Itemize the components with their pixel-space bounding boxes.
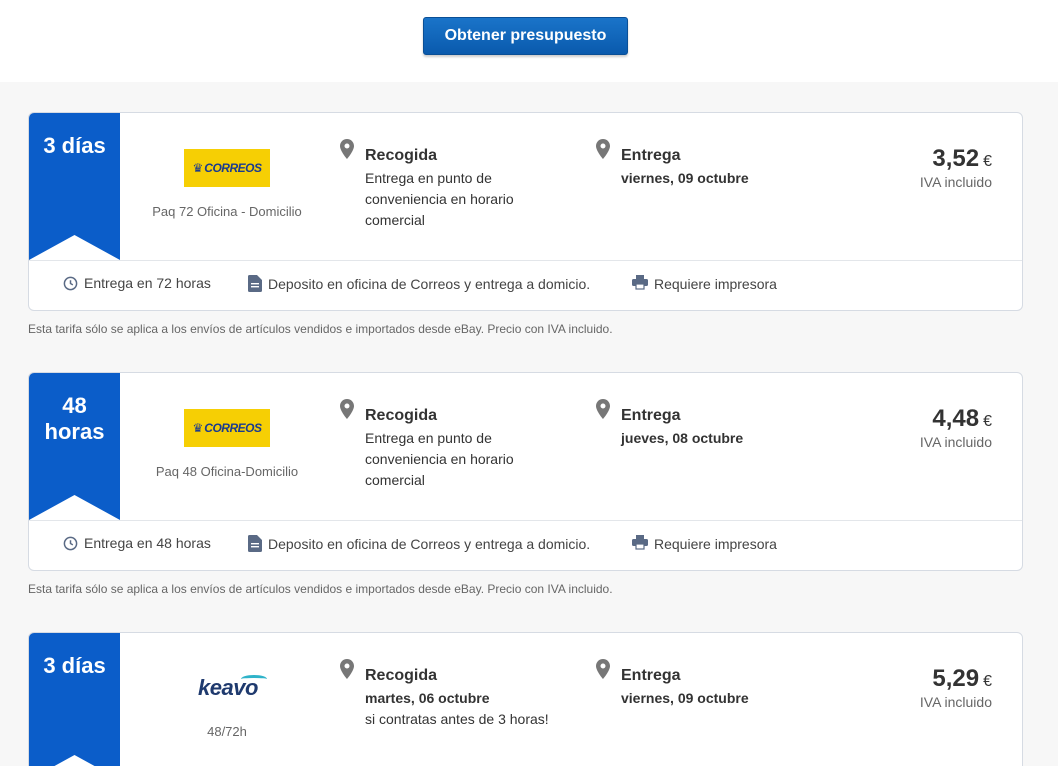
badge-text: 3 días — [43, 653, 106, 678]
pickup-line: conveniencia en horario — [365, 191, 514, 207]
currency-symbol: € — [983, 673, 992, 690]
document-icon — [248, 275, 262, 292]
service-name: Paq 48 Oficina-Domicilio — [155, 464, 299, 479]
location-pin-icon — [596, 139, 610, 159]
feature-text: Requiere impresora — [654, 536, 777, 552]
price: 4,48 € IVA incluido — [920, 405, 992, 450]
vat-note: IVA incluido — [919, 434, 992, 450]
pickup-title: Recogida — [365, 407, 438, 424]
clock-icon — [63, 276, 78, 290]
price: 5,29 € IVA incluido — [920, 665, 992, 710]
feature-text: Deposito en oficina de Correos y entrega… — [268, 535, 591, 552]
crown-icon: ♛ — [192, 421, 204, 435]
pickup-details: Entrega en punto de conveniencia en hora… — [365, 428, 514, 491]
feature-text: Entrega en 48 horas — [84, 535, 211, 551]
currency-symbol: € — [983, 153, 992, 170]
location-pin-icon — [340, 399, 354, 419]
service-name: Paq 72 Oficina - Domicilio — [152, 204, 302, 219]
delivery-title: Entrega — [621, 147, 681, 164]
carrier-logo: keavo — [183, 673, 273, 703]
tariff-note: Esta tarifa sólo se aplica a los envíos … — [28, 582, 613, 596]
tariff-note: Esta tarifa sólo se aplica a los envíos … — [28, 322, 613, 336]
badge-text: 48 — [62, 393, 87, 418]
delivery-time-badge: 48 horas — [29, 373, 120, 520]
pickup-line: conveniencia en horario — [365, 451, 514, 467]
delivery-time-badge: 3 días — [29, 633, 120, 766]
carrier-logo: ♛ CORREOS — [184, 149, 270, 187]
location-pin-icon — [596, 659, 610, 679]
offer-card[interactable]: 48 horas ♛ CORREOS Paq 48 Oficina-Domici… — [28, 372, 1023, 571]
wave-icon — [241, 675, 267, 683]
printer-icon — [632, 275, 648, 290]
vat-note: IVA incluido — [919, 694, 992, 710]
offer-card[interactable]: 3 días ♛ CORREOS Paq 72 Oficina - Domici… — [28, 112, 1023, 311]
price-amount: 3,52 — [932, 145, 980, 172]
pickup-line: Entrega en punto de — [365, 430, 492, 446]
price-amount: 5,29 — [932, 665, 980, 692]
feature-item: Deposito en oficina de Correos y entrega… — [248, 535, 590, 552]
delivery-date: jueves, 08 octubre — [621, 430, 744, 446]
feature-text: Deposito en oficina de Correos y entrega… — [268, 275, 591, 292]
top-bar: Obtener presupuesto — [0, 0, 1058, 82]
pickup-line: si contratas antes de 3 horas! — [365, 711, 549, 727]
location-pin-icon — [340, 139, 354, 159]
badge-text: horas — [44, 419, 105, 444]
pickup-details: Entrega en punto de conveniencia en hora… — [365, 168, 514, 231]
delivery-time-badge: 3 días — [29, 113, 120, 260]
document-icon — [248, 535, 262, 552]
pickup-title: Recogida — [365, 667, 438, 684]
logo-text: CORREOS — [204, 421, 262, 435]
delivery-date: viernes, 09 octubre — [621, 170, 749, 186]
pickup-line: Entrega en punto de — [365, 170, 492, 186]
service-name: 48/72h — [207, 724, 247, 739]
clock-icon — [63, 536, 78, 550]
feature-item: Requiere impresora — [632, 533, 777, 552]
location-pin-icon — [340, 659, 354, 679]
pickup-title: Recogida — [365, 147, 438, 164]
feature-item: Entrega en 72 horas — [63, 275, 211, 291]
feature-text: Entrega en 72 horas — [84, 275, 211, 291]
pickup-line: martes, 06 octubre — [365, 690, 490, 706]
pickup-line: comercial — [365, 472, 425, 488]
delivery-date: viernes, 09 octubre — [621, 690, 749, 706]
vat-note: IVA incluido — [919, 174, 992, 190]
offer-card[interactable]: 3 días keavo 48/72h Recogida martes, 06 … — [28, 632, 1023, 766]
delivery-title: Entrega — [621, 407, 681, 424]
crown-icon: ♛ — [192, 161, 204, 175]
get-quote-button[interactable]: Obtener presupuesto — [423, 17, 628, 55]
logo-text: CORREOS — [204, 161, 262, 175]
pickup-details: martes, 06 octubre si contratas antes de… — [365, 688, 549, 730]
price-amount: 4,48 — [932, 405, 980, 432]
feature-item: Deposito en oficina de Correos y entrega… — [248, 275, 590, 292]
carrier-logo: ♛ CORREOS — [184, 409, 270, 447]
feature-item: Entrega en 48 horas — [63, 535, 211, 551]
divider — [29, 260, 1022, 261]
delivery-title: Entrega — [621, 667, 681, 684]
feature-text: Requiere impresora — [654, 276, 777, 292]
printer-icon — [632, 535, 648, 550]
currency-symbol: € — [983, 413, 992, 430]
location-pin-icon — [596, 399, 610, 419]
divider — [29, 520, 1022, 521]
badge-text: 3 días — [43, 133, 106, 158]
pickup-line: comercial — [365, 212, 425, 228]
price: 3,52 € IVA incluido — [920, 145, 992, 190]
feature-item: Requiere impresora — [632, 273, 777, 292]
